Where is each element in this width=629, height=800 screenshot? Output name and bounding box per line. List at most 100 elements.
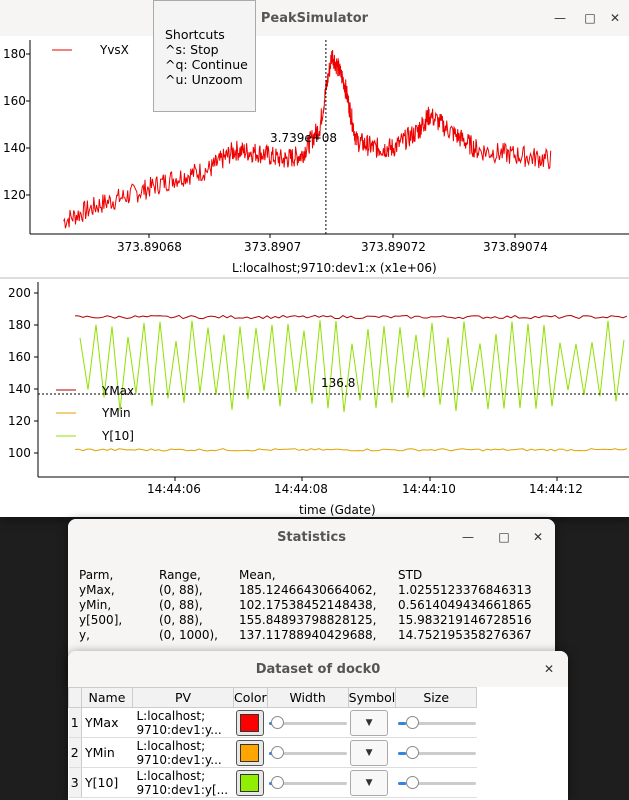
close-icon[interactable]: ✕ [605, 8, 625, 28]
table-row: 2 YMin L:localhost; 9710:dev1:y... ▼ [68, 737, 477, 768]
top-xtick: 373.89072 [361, 240, 426, 254]
stats-cell: 102.17538452148438, [239, 598, 377, 612]
column-header-symbol[interactable]: Symbol [347, 687, 397, 708]
column-header-name[interactable]: Name [81, 687, 133, 708]
stats-cell: 0.5614049434661865 [398, 598, 532, 612]
window-title: PeakSimulator [260, 10, 369, 26]
shortcut-item: ^q: Continue [165, 57, 248, 72]
dataset-pv-cell[interactable]: L:localhost; 9710:dev1:y... [132, 707, 234, 738]
stats-cell: yMin, [79, 598, 112, 612]
pv-line: 9710:dev1:y[... [136, 782, 229, 797]
bottom-plot[interactable]: 200 180 160 140 120 100 14:44:06 14:44:0… [0, 279, 629, 517]
table-row: 1 YMax L:localhost; 9710:dev1:y... ▼ [68, 707, 477, 738]
bottom-ytick: 100 [8, 446, 31, 460]
top-ytick: 140 [3, 141, 26, 155]
bottom-xlabel: time (Gdate) [299, 503, 376, 517]
table-row: 3 Y[10] L:localhost; 9710:dev1:y[... ▼ [68, 767, 477, 798]
stats-cell: y, [79, 628, 90, 642]
stats-header: Parm, [79, 568, 114, 582]
column-header-pv[interactable]: PV [132, 687, 234, 708]
maximize-icon[interactable]: □ [494, 527, 514, 547]
dataset-table: Name PV Color Width Symbol Size 1 YMax L… [68, 687, 478, 798]
slider-handle[interactable] [271, 745, 285, 759]
slider-handle[interactable] [405, 745, 419, 759]
column-header-width[interactable]: Width [266, 687, 349, 708]
slider-handle[interactable] [271, 715, 285, 729]
shortcuts-title: Shortcuts [165, 27, 225, 42]
statistics-titlebar[interactable]: Statistics [68, 519, 555, 555]
dataset-window: Dataset of dock0 ✕ Name PV Color Width S… [68, 651, 568, 800]
column-header-color[interactable]: Color [233, 687, 268, 708]
stats-header: Range, [159, 568, 201, 582]
slider-handle[interactable] [405, 775, 419, 789]
bottom-ytick: 160 [8, 350, 31, 364]
color-button[interactable] [235, 739, 264, 766]
stats-row: y, (0, 1000), 137.11788940429688, 14.752… [79, 628, 558, 643]
top-plot[interactable]: 180 160 140 120 373.89068 373.8907 373.8… [0, 37, 629, 277]
column-header-size[interactable]: Size [395, 687, 478, 708]
chevron-down-icon: ▼ [365, 777, 373, 788]
top-ytick: 120 [3, 188, 26, 202]
bottom-xtick: 14:44:06 [147, 482, 201, 496]
marker-value-label: 136.8 [321, 376, 355, 390]
main-titlebar[interactable]: PeakSimulator [0, 0, 629, 36]
size-slider[interactable] [397, 745, 476, 760]
top-xtick: 373.89068 [117, 240, 182, 254]
dataset-name-cell[interactable]: YMax [81, 707, 133, 738]
shortcut-item: ^s: Stop [165, 42, 219, 57]
stats-cell: (0, 1000), [159, 628, 218, 642]
color-button[interactable] [235, 769, 264, 796]
slider-handle[interactable] [271, 775, 285, 789]
minimize-icon[interactable]: — [550, 8, 570, 28]
chevron-down-icon: ▼ [365, 747, 373, 758]
stats-cell: (0, 88), [159, 598, 203, 612]
size-slider[interactable] [397, 715, 476, 730]
width-slider[interactable] [269, 775, 348, 790]
top-xtick: 373.8907 [244, 240, 301, 254]
symbol-dropdown[interactable]: ▼ [350, 769, 389, 796]
stats-row: yMax, (0, 88), 185.12466430664062, 1.025… [79, 583, 558, 598]
top-xlabel: L:localhost;9710:dev1:x (x1e+06) [232, 261, 437, 275]
dataset-pv-cell[interactable]: L:localhost; 9710:dev1:y... [132, 737, 234, 768]
dataset-name-cell[interactable]: Y[10] [81, 767, 133, 798]
dataset-pv-cell[interactable]: L:localhost; 9710:dev1:y[... [132, 767, 234, 798]
legend-y10: Y[10] [101, 429, 134, 443]
color-button[interactable] [235, 709, 264, 736]
width-slider[interactable] [269, 745, 348, 760]
stats-header: Mean, [239, 568, 276, 582]
stats-row: yMin, (0, 88), 102.17538452148438, 0.561… [79, 598, 558, 613]
symbol-dropdown[interactable]: ▼ [350, 739, 389, 766]
legend-ymax: YMax [101, 384, 134, 398]
stats-cell: 137.11788940429688, [239, 628, 377, 642]
pv-line: L:localhost; [136, 768, 206, 783]
color-swatch [240, 773, 259, 792]
close-icon[interactable]: ✕ [528, 527, 548, 547]
stats-cell: (0, 88), [159, 583, 203, 597]
bottom-xtick: 14:44:12 [529, 482, 583, 496]
bottom-xtick: 14:44:08 [274, 482, 328, 496]
stats-cell: 1.0255123376846313 [398, 583, 532, 597]
bottom-ytick: 120 [8, 414, 31, 428]
width-slider[interactable] [269, 715, 348, 730]
stats-cell: 185.12466430664062, [239, 583, 377, 597]
dataset-titlebar[interactable]: Dataset of dock0 [68, 651, 568, 687]
dataset-name-cell[interactable]: YMin [81, 737, 133, 768]
stats-cell: y[500], [79, 613, 123, 627]
pv-line: 9710:dev1:y... [136, 722, 222, 737]
bottom-ytick: 200 [8, 286, 31, 300]
dataset-header-row: Name PV Color Width Symbol Size [68, 687, 478, 708]
legend-ymin: YMin [101, 406, 131, 420]
shortcuts-popup: Shortcuts ^s: Stop ^q: Continue ^u: Unzo… [153, 0, 256, 112]
stats-header-row: Parm, Range, Mean, STD [79, 568, 558, 583]
size-slider[interactable] [397, 775, 476, 790]
stats-header: STD [398, 568, 423, 582]
symbol-dropdown[interactable]: ▼ [350, 709, 389, 736]
row-number: 3 [68, 767, 82, 798]
slider-handle[interactable] [405, 715, 419, 729]
maximize-icon[interactable]: □ [580, 8, 600, 28]
dataset-title: Dataset of dock0 [255, 661, 381, 677]
close-icon[interactable]: ✕ [539, 659, 559, 679]
minimize-icon[interactable]: — [458, 527, 478, 547]
main-window: PeakSimulator — □ ✕ 180 160 140 120 373.… [0, 0, 629, 517]
color-swatch [240, 743, 259, 762]
